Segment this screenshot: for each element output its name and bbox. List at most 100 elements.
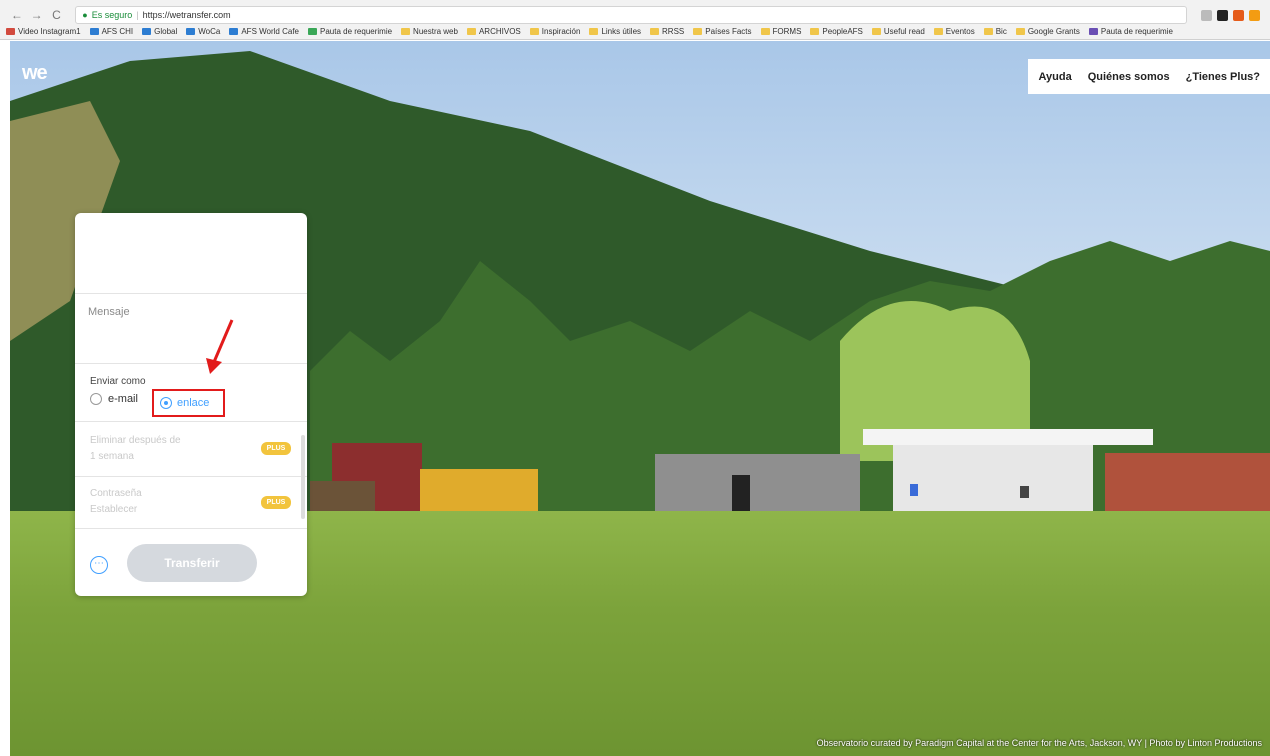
bookmark-folder-icon <box>401 28 411 35</box>
bookmark-label: Pauta de requerimie <box>1100 27 1173 36</box>
divider <box>75 528 307 529</box>
divider <box>75 421 307 422</box>
extension-icons <box>1200 9 1260 21</box>
bookmark-item[interactable]: ARCHIVOS <box>466 27 521 36</box>
bookmark-label: AFS CHI <box>101 27 134 36</box>
bookmark-label: Video Instagram1 <box>18 27 81 36</box>
bookmark-folder-icon <box>871 28 881 35</box>
bookmark-item[interactable]: Google Grants <box>1015 27 1080 36</box>
url-text: https://wetransfer.com <box>142 10 231 20</box>
expires-select[interactable]: 1 semana <box>90 451 134 462</box>
bookmark-folder-icon <box>933 28 943 35</box>
bookmark-item[interactable]: Pauta de requerimie <box>308 27 392 36</box>
extension-icon-2[interactable] <box>1232 9 1244 21</box>
reload-icon[interactable]: C <box>50 8 64 22</box>
divider <box>75 476 307 477</box>
bookmark-label: ARCHIVOS <box>478 27 521 36</box>
bookmark-label: RRSS <box>662 27 685 36</box>
bookmark-folder-icon <box>1088 28 1098 35</box>
bookmark-folder-icon <box>6 28 15 35</box>
top-navigation: Ayuda Quiénes somos ¿Tienes Plus? <box>1028 59 1270 94</box>
nav-plus[interactable]: ¿Tienes Plus? <box>1186 71 1260 83</box>
plus-badge: PLUS <box>261 442 291 455</box>
bookmark-item[interactable]: Eventos <box>933 27 975 36</box>
lock-icon: ● <box>82 10 88 20</box>
bookmark-folder-icon <box>760 28 770 35</box>
bookmark-item[interactable]: Pauta de requerimie <box>1088 27 1173 36</box>
send-as-label: Enviar como <box>90 376 146 387</box>
bookmark-item[interactable]: PeopleAFS <box>810 27 863 36</box>
divider <box>75 293 307 294</box>
bookmark-folder-icon <box>89 28 99 35</box>
bookmark-item[interactable]: AFS World Cafe <box>229 27 299 36</box>
bookmark-item[interactable]: Global <box>142 27 177 36</box>
bookmark-label: Bic <box>995 27 1007 36</box>
radio-email[interactable] <box>90 393 102 405</box>
extension-icon-1[interactable] <box>1216 9 1228 21</box>
bookmark-folder-icon <box>589 28 599 35</box>
bookmark-folder-icon <box>529 28 539 35</box>
photo-caption[interactable]: Observatorio curated by Paradigm Capital… <box>817 738 1262 748</box>
bookmark-folder-icon <box>466 28 476 35</box>
bookmark-folder-icon <box>810 28 820 35</box>
bookmark-folder-icon <box>983 28 993 35</box>
radio-email-label: e-mail <box>108 393 138 405</box>
address-bar[interactable]: ● Es seguro | https://wetransfer.com <box>75 6 1187 24</box>
bookmark-label: Eventos <box>945 27 975 36</box>
transfer-button[interactable]: Transferir <box>127 544 257 582</box>
radio-link-label: enlace <box>177 397 210 409</box>
nav-about[interactable]: Quiénes somos <box>1088 71 1170 83</box>
bookmark-item[interactable]: Useful read <box>871 27 925 36</box>
send-option-email[interactable]: e-mail <box>90 393 138 405</box>
bookmark-item[interactable]: Links útiles <box>589 27 641 36</box>
bookmark-folder-icon <box>308 28 317 35</box>
bookmark-label: Inspiración <box>541 27 581 36</box>
bookmark-item[interactable]: WoCa <box>186 27 220 36</box>
bookmark-label: WoCa <box>198 27 221 36</box>
bookmark-label: FORMS <box>772 27 802 36</box>
bookmark-item[interactable]: Inspiración <box>529 27 581 36</box>
password-label: Contraseña <box>90 488 142 499</box>
radio-link[interactable] <box>160 397 172 409</box>
scrollbar[interactable] <box>301 435 305 519</box>
password-input[interactable]: Establecer <box>90 504 137 515</box>
send-option-link[interactable]: enlace <box>152 389 225 417</box>
bookmark-folder-icon <box>693 28 703 35</box>
bookmark-label: AFS World Cafe <box>241 27 299 36</box>
url-separator: | <box>136 10 139 20</box>
bookmark-item[interactable]: RRSS <box>650 27 684 36</box>
bookmark-label: Useful read <box>883 27 925 36</box>
bookmark-folder-icon <box>142 28 152 35</box>
star-icon[interactable] <box>1200 9 1212 21</box>
bookmark-label: Global <box>154 27 178 36</box>
bookmark-folder-icon <box>229 28 239 35</box>
secure-label: Es seguro <box>91 10 133 20</box>
divider <box>75 363 307 364</box>
plus-badge: PLUS <box>261 496 291 509</box>
expires-label: Eliminar después de <box>90 435 181 446</box>
message-field[interactable]: Mensaje <box>88 306 130 318</box>
more-options-button[interactable]: ⋯ <box>90 556 108 574</box>
bookmarks-bar: Video Instagram1 AFS CHI Global WoCa AFS Wor… <box>0 24 1270 40</box>
bookmark-label: Nuestra web <box>413 27 458 36</box>
bookmark-item[interactable]: Países Facts <box>693 27 752 36</box>
bookmark-item[interactable]: AFS CHI <box>89 27 134 36</box>
nav-help[interactable]: Ayuda <box>1038 71 1071 83</box>
bookmark-item[interactable]: Video Instagram1 <box>6 27 81 36</box>
bookmark-folder-icon <box>1015 28 1025 35</box>
bookmark-label: PeopleAFS <box>822 27 863 36</box>
bookmark-folder-icon <box>186 28 196 35</box>
back-icon[interactable]: ← <box>10 8 24 22</box>
wetransfer-logo[interactable]: we <box>22 62 48 85</box>
bookmark-label: Google Grants <box>1027 27 1080 36</box>
bookmark-item[interactable]: FORMS <box>760 27 802 36</box>
bookmark-folder-icon <box>650 28 660 35</box>
annotation-arrow-icon <box>206 319 234 374</box>
extension-icon-3[interactable] <box>1248 9 1260 21</box>
bookmark-item[interactable]: Bic <box>983 27 1007 36</box>
bookmark-label: Países Facts <box>705 27 752 36</box>
bookmark-label: Links útiles <box>601 27 642 36</box>
forward-icon[interactable]: → <box>30 8 44 22</box>
bookmark-label: Pauta de requerimie <box>320 27 393 36</box>
bookmark-item[interactable]: Nuestra web <box>401 27 458 36</box>
